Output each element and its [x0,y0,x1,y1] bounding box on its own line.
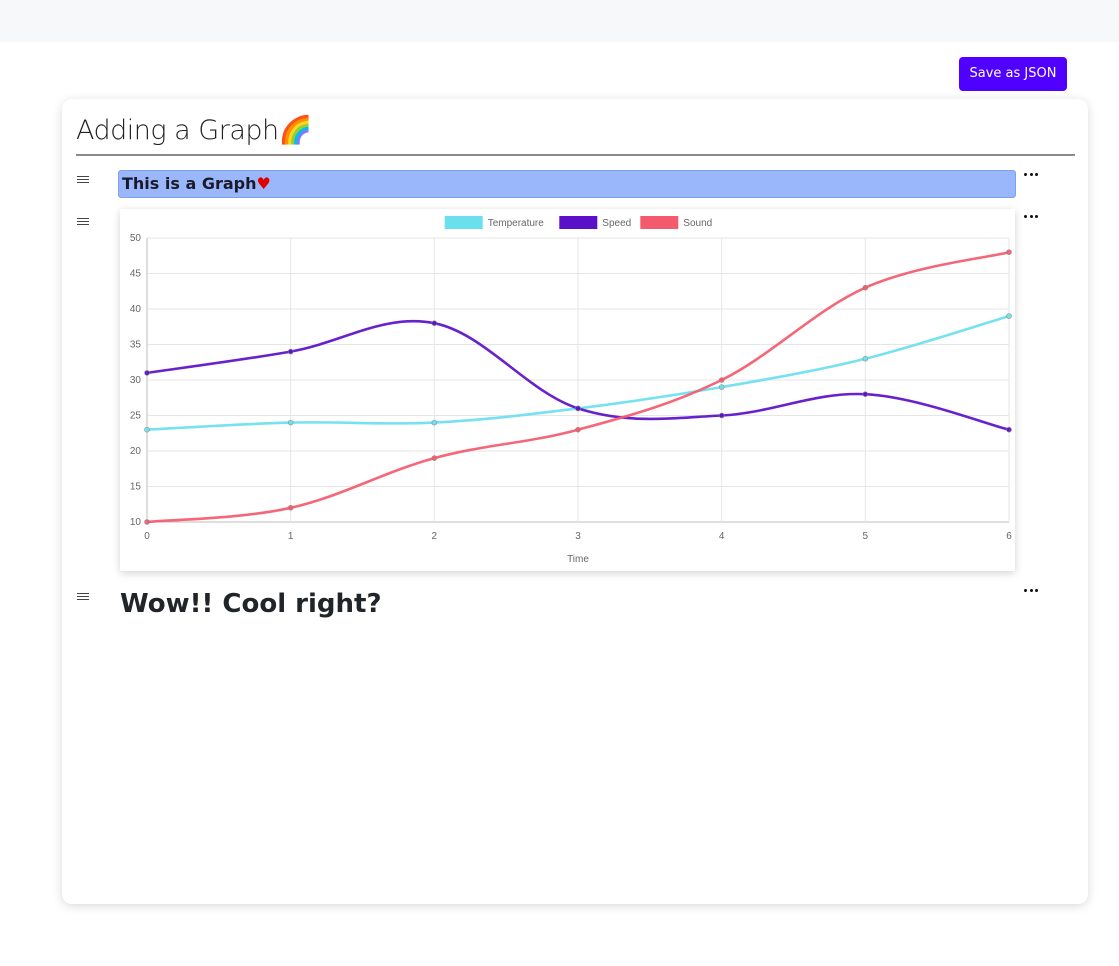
top-bar [0,0,1119,42]
rainbow-icon: 🌈 [278,115,313,146]
y-tick-label: 25 [130,411,142,422]
data-point-speed [1006,426,1012,433]
x-tick-label: 1 [288,531,294,542]
data-point-sound [1006,249,1012,256]
legend-label-temperature: Temperature [488,218,545,229]
x-axis-title: Time [567,554,589,565]
data-point-speed [718,412,725,419]
legend-swatch-temperature [444,216,483,229]
data-point-speed [287,348,294,355]
editor-card: Adding a Graph🌈 This is a Graph♥ 10 15 20 2… [62,99,1088,904]
y-tick-label: 20 [130,446,142,457]
more-options-icon[interactable] [1024,586,1038,594]
graph-heading-text: This is a Graph [122,174,257,193]
save-as-json-button[interactable]: Save as JSON [959,57,1067,91]
data-point-sound [287,504,294,511]
more-options-icon[interactable] [1024,170,1038,178]
legend-swatch-sound [640,216,679,229]
cool-heading[interactable]: Wow!! Cool right? [120,589,382,619]
y-tick-label: 15 [130,482,142,493]
graph-heading-block[interactable]: This is a Graph♥ [118,170,1016,198]
line-chart: 10 15 20 25 30 35 40 45 50 0 1 2 3 4 5 6 Time Temperature… [120,209,1015,571]
drag-handle-icon[interactable] [77,593,89,603]
data-point-temperature [862,355,869,362]
legend-label-speed: Speed [602,218,631,229]
x-tick-label: 4 [719,531,725,542]
data-point-sound [575,426,581,433]
data-point-speed [431,320,438,326]
y-tick-label: 35 [130,340,142,351]
data-point-sound [862,284,869,291]
x-tick-label: 5 [863,531,869,542]
y-tick-label: 45 [130,269,142,280]
y-tick-label: 10 [130,517,142,528]
more-options-icon[interactable] [1024,212,1038,220]
x-tick-label: 2 [432,531,438,542]
data-point-speed [144,370,150,376]
heart-icon: ♥ [256,174,271,193]
legend-swatch-speed [559,216,598,229]
data-point-sound [431,455,438,461]
drag-handle-icon[interactable] [77,218,89,228]
data-point-temperature [287,419,294,426]
data-point-sound [718,377,725,383]
data-point-temperature [1006,313,1012,319]
x-tick-label: 0 [144,531,150,542]
data-point-speed [862,391,869,397]
line-chart-svg: 1015202530354045500 1 2 3 4 5 6TimeTemperature… [130,216,1012,565]
data-point-temperature [144,426,150,433]
y-tick-label: 30 [130,375,142,386]
data-point-sound [144,519,150,525]
drag-handle-icon[interactable] [77,176,89,186]
page-title[interactable]: Adding a Graph🌈 [76,111,312,151]
data-point-temperature [718,384,725,390]
title-divider [76,154,1075,156]
y-tick-label: 50 [130,233,142,244]
data-point-temperature [431,419,438,426]
x-tick-label: 3 [575,531,581,542]
page-title-text: Adding a Graph [76,115,279,146]
x-tick-label: 6 [1006,531,1012,542]
data-point-speed [575,405,581,412]
y-tick-label: 40 [130,304,142,315]
legend-label-sound: Sound [683,218,712,229]
